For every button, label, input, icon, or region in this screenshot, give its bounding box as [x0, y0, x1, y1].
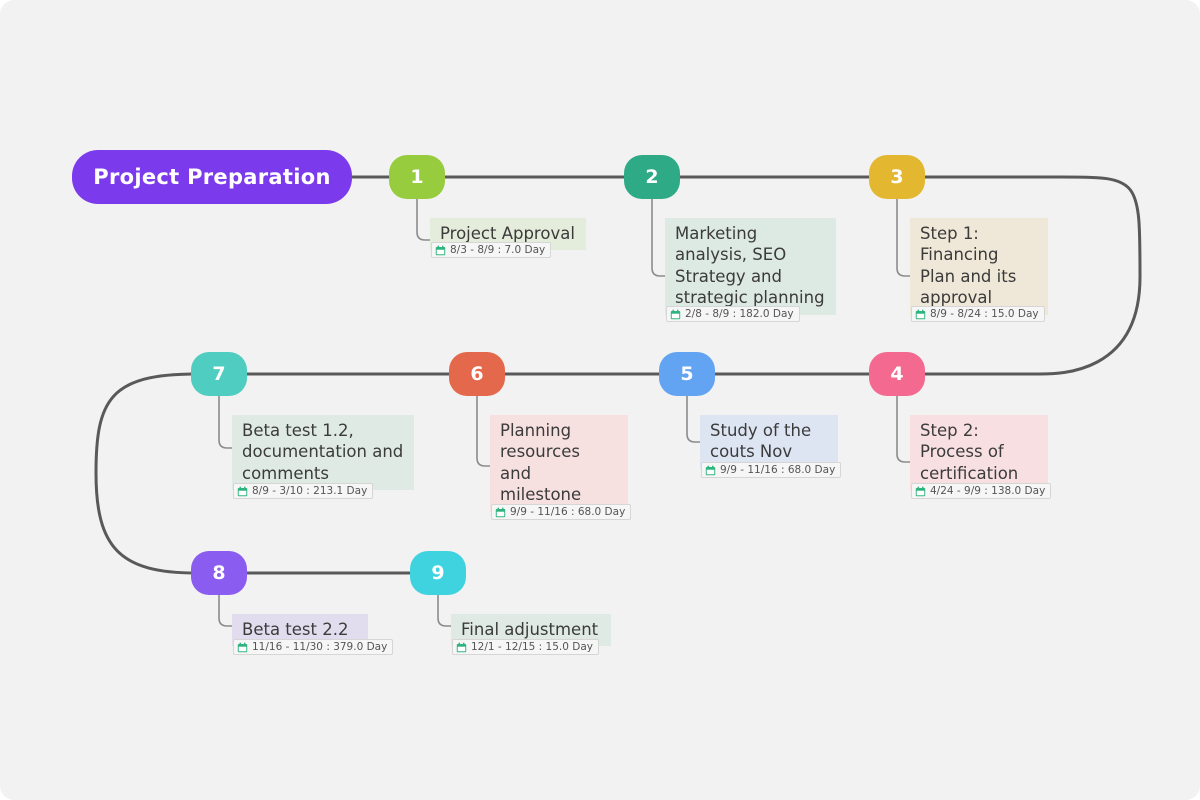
spine-turn-left — [94, 372, 197, 575]
calendar-icon — [237, 486, 248, 496]
node-date-text-2: 2/8 - 8/9 : 182.0 Day — [685, 308, 794, 320]
node-badge-7[interactable]: 7 — [191, 352, 247, 396]
spine-turn-right — [1039, 175, 1142, 376]
node-label-6: Planning resources and milestone — [490, 415, 628, 512]
node-date-5: 9/9 - 11/16 : 68.0 Day — [701, 462, 842, 478]
node-badge-5[interactable]: 5 — [659, 352, 715, 396]
node-badge-9[interactable]: 9 — [410, 551, 466, 595]
node-label-7: Beta test 1.2, documentation and comment… — [232, 415, 414, 491]
node-date-text-8: 11/16 - 11/30 : 379.0 Day — [252, 641, 388, 653]
calendar-icon — [705, 465, 716, 475]
node-badge-8[interactable]: 8 — [191, 551, 247, 595]
connector-lines — [94, 175, 1142, 627]
calendar-icon — [915, 309, 926, 319]
node-date-text-4: 4/24 - 9/9 : 138.0 Day — [930, 485, 1046, 497]
node-date-text-5: 9/9 - 11/16 : 68.0 Day — [720, 464, 836, 476]
node-date-9: 12/1 - 12/15 : 15.0 Day — [452, 639, 599, 655]
diagram-canvas: Project Preparation 1 Project Approval 8… — [0, 0, 1200, 800]
node-date-8: 11/16 - 11/30 : 379.0 Day — [233, 639, 394, 655]
node-badge-2[interactable]: 2 — [624, 155, 680, 199]
node-date-7: 8/9 - 3/10 : 213.1 Day — [233, 483, 374, 499]
node-label-3: Step 1: Financing Plan and its approval — [910, 218, 1048, 315]
node-date-text-3: 8/9 - 8/24 : 15.0 Day — [930, 308, 1039, 320]
calendar-icon — [237, 642, 248, 652]
node-date-2: 2/8 - 8/9 : 182.0 Day — [666, 306, 800, 322]
node-date-text-7: 8/9 - 3/10 : 213.1 Day — [252, 485, 368, 497]
node-date-6: 9/9 - 11/16 : 68.0 Day — [491, 504, 632, 520]
node-label-5: Study of the couts Nov — [700, 415, 838, 469]
node-date-1: 8/3 - 8/9 : 7.0 Day — [431, 242, 552, 258]
calendar-icon — [495, 507, 506, 517]
node-badge-4[interactable]: 4 — [869, 352, 925, 396]
calendar-icon — [456, 642, 467, 652]
node-date-3: 8/9 - 8/24 : 15.0 Day — [911, 306, 1045, 322]
calendar-icon — [435, 245, 446, 255]
calendar-icon — [915, 486, 926, 496]
node-badge-6[interactable]: 6 — [449, 352, 505, 396]
node-date-4: 4/24 - 9/9 : 138.0 Day — [911, 483, 1052, 499]
node-date-text-6: 9/9 - 11/16 : 68.0 Day — [510, 506, 626, 518]
diagram-title: Project Preparation — [72, 150, 352, 204]
node-date-text-1: 8/3 - 8/9 : 7.0 Day — [450, 244, 546, 256]
node-label-4: Step 2: Process of certification — [910, 415, 1048, 491]
node-date-text-9: 12/1 - 12/15 : 15.0 Day — [471, 641, 593, 653]
node-badge-1[interactable]: 1 — [389, 155, 445, 199]
node-badge-3[interactable]: 3 — [869, 155, 925, 199]
calendar-icon — [670, 309, 681, 319]
node-label-2: Marketing analysis, SEO Strategy and str… — [665, 218, 836, 315]
